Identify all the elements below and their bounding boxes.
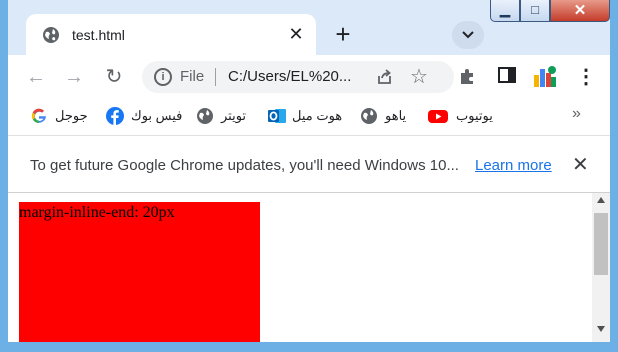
update-infobar: To get future Google Chrome updates, you… <box>8 135 610 193</box>
tab-close-icon[interactable]: ✕ <box>286 23 306 45</box>
close-window-button[interactable]: ✕ <box>550 0 610 22</box>
red-box: margin-inline-end: 20px <box>19 202 260 342</box>
maximize-icon: □ <box>531 2 539 17</box>
bookmarks-overflow-icon[interactable]: » <box>572 105 581 123</box>
profile-avatar-icon[interactable] <box>532 63 558 89</box>
share-icon[interactable] <box>376 68 394 86</box>
address-bar[interactable]: i File C:/Users/EL%20... ☆ <box>142 61 454 93</box>
address-separator <box>215 68 216 86</box>
bookmarks-bar: جوجل فيس بوك تويتر هوت ميل ياهو يوتيوب » <box>8 99 610 135</box>
red-box-text: margin-inline-end: 20px <box>19 204 175 221</box>
page-viewport: margin-inline-end: 20px <box>8 193 592 342</box>
bookmark-label: فيس بوك <box>131 108 183 123</box>
google-icon <box>31 108 46 124</box>
reload-button[interactable]: ↻ <box>102 65 126 89</box>
outlook-icon <box>268 109 286 123</box>
infobar-message: To get future Google Chrome updates, you… <box>30 157 459 174</box>
site-info-icon[interactable]: i <box>154 68 172 86</box>
close-icon: ✕ <box>573 2 587 19</box>
minimize-icon: ▁ <box>500 2 510 17</box>
url-text[interactable]: C:/Users/EL%20... <box>228 68 351 85</box>
maximize-button[interactable]: □ <box>520 0 550 22</box>
scroll-down-arrow-icon[interactable] <box>597 326 605 332</box>
tab-title: test.html <box>72 27 125 43</box>
minimize-button[interactable]: ▁ <box>490 0 520 22</box>
globe-icon <box>361 108 377 124</box>
forward-button[interactable]: → <box>62 65 86 89</box>
globe-icon <box>43 27 59 43</box>
window-frame-right <box>610 0 618 352</box>
new-tab-button[interactable]: + <box>328 20 358 50</box>
window-frame-left <box>0 0 8 352</box>
side-panel-icon[interactable] <box>498 66 516 84</box>
facebook-icon <box>106 107 124 125</box>
globe-icon <box>197 108 213 124</box>
learn-more-link[interactable]: Learn more <box>475 157 552 174</box>
vertical-scrollbar[interactable] <box>592 193 610 342</box>
bookmark-label: يوتيوب <box>456 108 493 123</box>
scheme-label: File <box>180 68 205 85</box>
scroll-up-arrow-icon[interactable] <box>597 197 605 203</box>
extensions-icon[interactable] <box>458 66 478 86</box>
back-button[interactable]: ← <box>24 65 48 89</box>
bookmark-label: تويتر <box>221 108 247 123</box>
tab-active[interactable]: test.html ✕ <box>26 14 316 55</box>
menu-button[interactable]: ⋮ <box>574 65 598 89</box>
bookmark-star-icon[interactable]: ☆ <box>410 64 428 89</box>
bookmark-label: ياهو <box>385 108 407 123</box>
browser-window: test.html ✕ + ▁ □ ✕ ← → ↻ i File C:/User… <box>0 0 618 352</box>
youtube-icon <box>428 110 448 123</box>
tab-search-button[interactable] <box>452 21 484 49</box>
bookmark-label: جوجل <box>55 108 88 123</box>
bookmark-label: هوت ميل <box>292 108 343 123</box>
scroll-thumb[interactable] <box>594 213 608 275</box>
infobar-close-icon[interactable]: ✕ <box>572 152 589 177</box>
window-frame-bottom <box>0 342 618 352</box>
toolbar: ← → ↻ i File C:/Users/EL%20... ☆ ⋮ <box>8 55 610 99</box>
chevron-down-icon <box>462 31 474 39</box>
